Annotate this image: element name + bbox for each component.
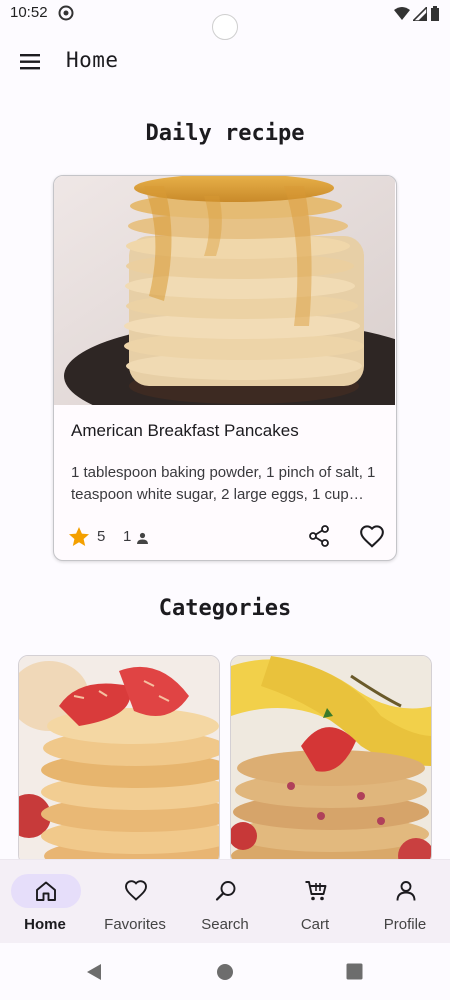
- home-icon: [36, 881, 56, 901]
- home-circle-icon[interactable]: [216, 963, 234, 981]
- search-icon: [215, 881, 236, 901]
- cart-icon: [305, 881, 327, 901]
- share-icon[interactable]: [307, 524, 331, 548]
- nav-label-search: Search: [201, 916, 249, 933]
- nav-item-search[interactable]: Search: [180, 860, 270, 944]
- star-icon: [69, 527, 89, 546]
- recents-icon[interactable]: [346, 963, 363, 980]
- app-bar: Home: [0, 36, 450, 88]
- recipe-title: American Breakfast Pancakes: [71, 421, 299, 440]
- status-time: 10:52: [10, 4, 48, 21]
- person-icon: [396, 881, 416, 901]
- recipe-description: 1 tablespoon baking powder, 1 pinch of s…: [71, 464, 376, 503]
- categories-heading: Categories: [158, 596, 292, 621]
- back-icon[interactable]: [86, 963, 102, 981]
- strawberry-pancakes-image: [19, 656, 219, 864]
- banana-strawberry-pancakes-image: [231, 656, 431, 864]
- daily-recipe-card[interactable]: American Breakfast Pancakes 1 tablespoon…: [53, 175, 397, 561]
- nav-label-profile: Profile: [383, 916, 427, 933]
- bottom-navigation: Home Favorites Search Cart Profile: [0, 859, 450, 944]
- wifi-icon: [394, 6, 410, 20]
- pancake-stack-image: [54, 176, 395, 405]
- signal-icon: [413, 6, 427, 21]
- hamburger-menu-icon[interactable]: [18, 49, 44, 75]
- favorite-heart-icon[interactable]: [359, 524, 385, 550]
- system-navigation-bar: [0, 943, 450, 1000]
- nav-item-home[interactable]: Home: [0, 860, 90, 944]
- nav-label-cart: Cart: [300, 916, 330, 933]
- notification-icon: [58, 5, 74, 21]
- recipe-meta: 5 1: [67, 524, 387, 552]
- person-icon: [137, 532, 148, 544]
- nav-item-cart[interactable]: Cart: [270, 860, 360, 944]
- nav-label-home: Home: [24, 916, 66, 933]
- battery-icon: [431, 6, 439, 21]
- nav-item-favorites[interactable]: Favorites: [90, 860, 180, 944]
- category-card-banana-pancakes[interactable]: [230, 655, 432, 865]
- servings-value: 1: [123, 528, 132, 545]
- category-card-strawberry-pancakes[interactable]: [18, 655, 220, 865]
- nav-item-profile[interactable]: Profile: [360, 860, 450, 944]
- heart-icon: [125, 880, 147, 901]
- nav-label-favorites: Favorites: [104, 916, 166, 933]
- daily-recipe-heading: Daily recipe: [145, 121, 305, 146]
- page-title: Home: [66, 48, 119, 72]
- status-icons: [394, 6, 440, 21]
- rating-value: 5: [97, 528, 106, 545]
